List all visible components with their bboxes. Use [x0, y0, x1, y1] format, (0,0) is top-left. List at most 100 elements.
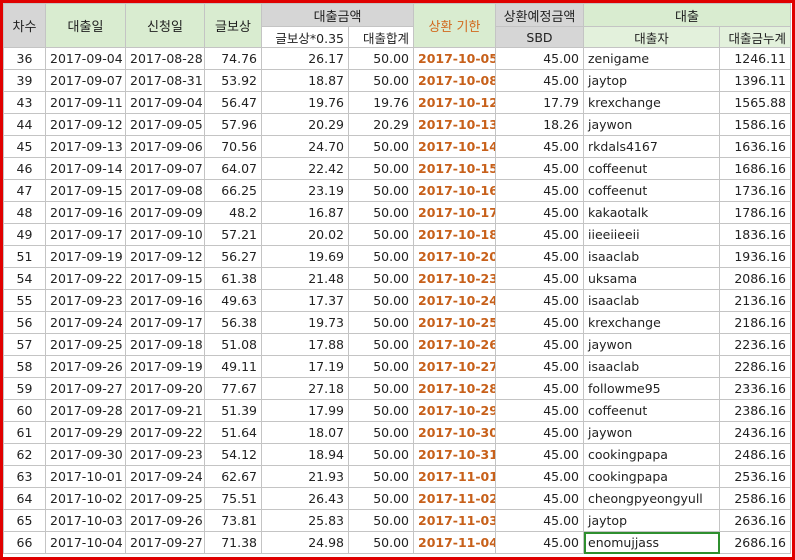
- cell-post-reward-x035[interactable]: 24.70: [261, 135, 349, 158]
- header-loan-date[interactable]: 대출일: [45, 3, 126, 48]
- cell-loan-total[interactable]: 50.00: [348, 179, 414, 202]
- cell-post-reward[interactable]: 61.38: [204, 267, 262, 290]
- cell-due-date[interactable]: 2017-11-01: [413, 465, 496, 488]
- cell-round[interactable]: 44: [3, 113, 46, 136]
- cell-round[interactable]: 48: [3, 201, 46, 224]
- cell-sbd[interactable]: 45.00: [495, 443, 584, 466]
- cell-due-date[interactable]: 2017-11-04: [413, 531, 496, 554]
- cell-loan-cumulative[interactable]: 2236.16: [718, 333, 792, 356]
- cell-sbd[interactable]: 45.00: [495, 179, 584, 202]
- cell-post-reward-x035[interactable]: 20.29: [261, 113, 349, 136]
- cell-round[interactable]: 51: [3, 245, 46, 268]
- cell-borrower[interactable]: jaytop: [583, 69, 720, 92]
- cell-round[interactable]: 60: [3, 399, 46, 422]
- cell-apply-date[interactable]: 2017-09-15: [125, 267, 205, 290]
- cell-due-date[interactable]: 2017-10-17: [413, 201, 496, 224]
- cell-apply-date[interactable]: 2017-09-18: [125, 333, 205, 356]
- cell-apply-date[interactable]: 2017-09-24: [125, 465, 205, 488]
- cell-apply-date[interactable]: 2017-09-17: [125, 311, 205, 334]
- cell-post-reward[interactable]: 77.67: [204, 377, 262, 400]
- cell-sbd[interactable]: 18.26: [495, 113, 584, 136]
- cell-borrower[interactable]: jaywon: [583, 113, 720, 136]
- cell-borrower-selected[interactable]: enomujjass: [583, 531, 720, 554]
- cell-post-reward[interactable]: 62.67: [204, 465, 262, 488]
- cell-loan-total[interactable]: 50.00: [348, 135, 414, 158]
- cell-borrower[interactable]: jaywon: [583, 421, 720, 444]
- cell-sbd[interactable]: 45.00: [495, 399, 584, 422]
- cell-loan-date[interactable]: 2017-09-29: [45, 421, 126, 444]
- cell-loan-date[interactable]: 2017-09-19: [45, 245, 126, 268]
- header-planned-repay[interactable]: 상환예정금액: [495, 3, 584, 27]
- cell-post-reward-x035[interactable]: 21.93: [261, 465, 349, 488]
- cell-post-reward-x035[interactable]: 26.43: [261, 487, 349, 510]
- cell-apply-date[interactable]: 2017-09-16: [125, 289, 205, 312]
- cell-round[interactable]: 36: [3, 47, 46, 70]
- cell-apply-date[interactable]: 2017-09-05: [125, 113, 205, 136]
- cell-post-reward[interactable]: 66.25: [204, 179, 262, 202]
- cell-apply-date[interactable]: 2017-09-21: [125, 399, 205, 422]
- cell-loan-date[interactable]: 2017-09-16: [45, 201, 126, 224]
- cell-loan-date[interactable]: 2017-09-30: [45, 443, 126, 466]
- cell-sbd[interactable]: 45.00: [495, 245, 584, 268]
- cell-round[interactable]: 54: [3, 267, 46, 290]
- cell-loan-date[interactable]: 2017-09-22: [45, 267, 126, 290]
- cell-round[interactable]: 46: [3, 157, 46, 180]
- cell-due-date[interactable]: 2017-10-12: [413, 91, 496, 114]
- cell-loan-date[interactable]: 2017-10-04: [45, 531, 126, 554]
- cell-due-date[interactable]: 2017-11-02: [413, 487, 496, 510]
- cell-apply-date[interactable]: 2017-08-28: [125, 47, 205, 70]
- cell-due-date[interactable]: 2017-10-25: [413, 311, 496, 334]
- cell-loan-date[interactable]: 2017-09-23: [45, 289, 126, 312]
- cell-loan-total[interactable]: 50.00: [348, 355, 414, 378]
- cell-borrower[interactable]: isaaclab: [583, 289, 720, 312]
- cell-post-reward[interactable]: 73.81: [204, 509, 262, 532]
- cell-sbd[interactable]: 45.00: [495, 69, 584, 92]
- cell-apply-date[interactable]: 2017-09-08: [125, 179, 205, 202]
- cell-sbd[interactable]: 45.00: [495, 223, 584, 246]
- cell-post-reward-x035[interactable]: 18.87: [261, 69, 349, 92]
- cell-post-reward-x035[interactable]: 27.18: [261, 377, 349, 400]
- cell-loan-date[interactable]: 2017-09-11: [45, 91, 126, 114]
- cell-post-reward-x035[interactable]: 24.98: [261, 531, 349, 554]
- cell-loan-cumulative[interactable]: 1686.16: [718, 157, 792, 180]
- cell-loan-cumulative[interactable]: 2286.16: [718, 355, 792, 378]
- cell-loan-total[interactable]: 50.00: [348, 377, 414, 400]
- cell-post-reward[interactable]: 75.51: [204, 487, 262, 510]
- cell-borrower[interactable]: krexchange: [583, 311, 720, 334]
- cell-post-reward[interactable]: 70.56: [204, 135, 262, 158]
- cell-post-reward[interactable]: 57.96: [204, 113, 262, 136]
- cell-loan-cumulative[interactable]: 2436.16: [718, 421, 792, 444]
- cell-due-date[interactable]: 2017-10-16: [413, 179, 496, 202]
- header-sbd[interactable]: SBD: [495, 26, 584, 48]
- cell-due-date[interactable]: 2017-10-26: [413, 333, 496, 356]
- cell-due-date[interactable]: 2017-10-08: [413, 69, 496, 92]
- header-round[interactable]: 차수: [3, 3, 46, 48]
- cell-borrower[interactable]: uksama: [583, 267, 720, 290]
- cell-post-reward[interactable]: 49.11: [204, 355, 262, 378]
- header-post-reward[interactable]: 글보상: [204, 3, 262, 48]
- cell-sbd[interactable]: 45.00: [495, 135, 584, 158]
- cell-due-date[interactable]: 2017-10-27: [413, 355, 496, 378]
- cell-borrower[interactable]: cookingpapa: [583, 443, 720, 466]
- cell-loan-total[interactable]: 50.00: [348, 223, 414, 246]
- cell-borrower[interactable]: jaywon: [583, 333, 720, 356]
- header-loan-cumulative[interactable]: 대출금누계: [718, 26, 792, 48]
- cell-due-date[interactable]: 2017-10-15: [413, 157, 496, 180]
- cell-post-reward[interactable]: 64.07: [204, 157, 262, 180]
- cell-round[interactable]: 57: [3, 333, 46, 356]
- cell-post-reward[interactable]: 48.2: [204, 201, 262, 224]
- cell-loan-cumulative[interactable]: 2336.16: [718, 377, 792, 400]
- cell-due-date[interactable]: 2017-10-05: [413, 47, 496, 70]
- header-due-date[interactable]: 상환 기한: [413, 3, 496, 48]
- cell-apply-date[interactable]: 2017-09-04: [125, 91, 205, 114]
- cell-sbd[interactable]: 45.00: [495, 531, 584, 554]
- header-loan-total[interactable]: 대출합계: [348, 26, 414, 48]
- cell-loan-total[interactable]: 19.76: [348, 91, 414, 114]
- cell-due-date[interactable]: 2017-10-14: [413, 135, 496, 158]
- cell-apply-date[interactable]: 2017-09-26: [125, 509, 205, 532]
- cell-sbd[interactable]: 45.00: [495, 465, 584, 488]
- cell-due-date[interactable]: 2017-10-18: [413, 223, 496, 246]
- cell-post-reward[interactable]: 56.47: [204, 91, 262, 114]
- cell-loan-total[interactable]: 50.00: [348, 267, 414, 290]
- cell-loan-total[interactable]: 20.29: [348, 113, 414, 136]
